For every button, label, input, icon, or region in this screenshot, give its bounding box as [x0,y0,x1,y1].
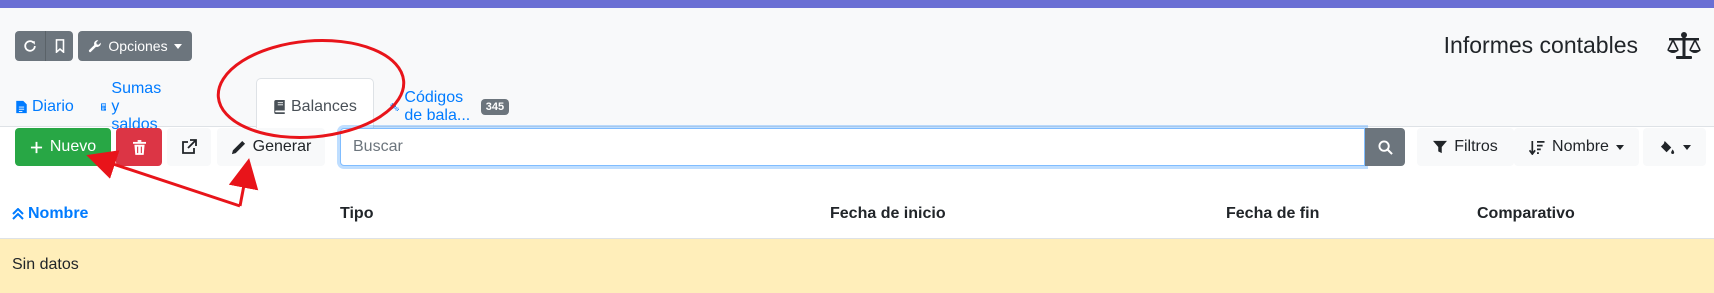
table-header: Nombre Tipo Fecha de inicio Fecha de fin… [0,195,1714,239]
tab-codigos-label: Códigos de bala... [404,88,471,124]
wrench-icon [89,40,102,53]
search-input[interactable] [340,128,1365,166]
column-header-fecha-inicio[interactable]: Fecha de inicio [830,205,946,223]
tab-codigos-de-balance[interactable]: Códigos de bala... 345 [390,78,510,135]
tab-sumas-label: Sumas y saldos [111,79,162,133]
top-accent-bar [0,0,1714,8]
sort-label: Nombre [1552,138,1609,155]
column-nombre-label: Nombre [28,205,89,222]
sort-up-icon [12,208,24,220]
caret-down-icon [173,43,182,49]
pencil-icon [231,140,245,154]
filters-button[interactable]: Filtros [1417,128,1514,166]
refresh-icon [24,40,36,52]
bookmark-button[interactable] [45,31,73,61]
column-header-fecha-fin[interactable]: Fecha de fin [1226,205,1319,223]
column-comparativo-label: Comparativo [1477,205,1575,222]
cogs-icon [390,102,399,111]
new-button-label: Nuevo [49,138,97,155]
column-header-comparativo[interactable]: Comparativo [1477,205,1575,223]
tab-balances[interactable]: Balances [256,78,374,135]
file-icon [16,100,27,113]
empty-table-message: Sin datos [12,256,79,273]
filters-label: Filtros [1454,138,1498,155]
new-button[interactable]: Nuevo [15,128,111,166]
tab-balances-label: Balances [291,97,357,115]
calculator-icon [101,102,107,111]
header-button-group: Opciones [15,31,192,61]
color-dropdown[interactable] [1643,128,1706,166]
caret-down-icon [1682,144,1691,150]
page-header: Opciones Informes contables Diario Sumas… [0,8,1714,135]
external-link-icon [182,139,197,154]
sort-amount-icon [1529,140,1545,155]
empty-table-row: Sin datos [0,239,1714,293]
generate-button[interactable]: Generar [217,128,325,166]
sort-dropdown[interactable]: Nombre [1514,128,1639,166]
filter-icon [1433,140,1448,154]
column-fecha-inicio-label: Fecha de inicio [830,205,946,222]
balance-scale-icon [1667,32,1701,59]
tab-diario[interactable]: Diario [16,78,74,135]
column-header-nombre[interactable]: Nombre [12,205,88,223]
open-external-button[interactable] [167,128,211,166]
search-button[interactable] [1365,128,1405,166]
column-fecha-fin-label: Fecha de fin [1226,205,1320,222]
search-icon [1377,139,1393,155]
tab-sumas-y-saldos[interactable]: Sumas y saldos [101,78,167,135]
opciones-label: Opciones [108,38,168,54]
refresh-button[interactable] [15,31,45,61]
book-icon [274,99,285,114]
plus-icon [30,141,42,153]
delete-button[interactable] [116,128,162,166]
generate-button-label: Generar [252,138,312,155]
column-tipo-label: Tipo [340,205,374,222]
page-title: Informes contables [1443,32,1638,58]
fill-drip-icon [1660,140,1674,154]
opciones-dropdown[interactable]: Opciones [78,31,192,61]
bookmark-icon [55,39,64,53]
list-toolbar: Nuevo Generar Filtros Nombre [0,128,1714,168]
caret-down-icon [1615,144,1624,150]
column-header-tipo[interactable]: Tipo [340,205,373,223]
tab-diario-label: Diario [32,97,74,115]
codigos-count-badge: 345 [480,98,510,115]
trash-icon [132,139,146,155]
